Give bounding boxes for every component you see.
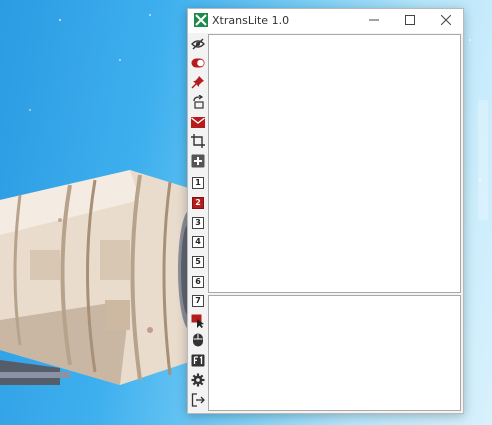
source-text-panel[interactable] — [208, 34, 461, 293]
crop-icon — [191, 134, 205, 148]
maximize-button[interactable] — [392, 9, 428, 31]
crop-button[interactable] — [191, 134, 205, 148]
slot-label-7: 7 — [192, 295, 204, 307]
plus-box-icon — [191, 154, 205, 168]
maximize-icon — [405, 15, 415, 25]
slot-button-6[interactable]: 6 — [191, 275, 205, 289]
slot-label-1: 1 — [192, 177, 204, 189]
share-icon — [193, 95, 204, 109]
slot-button-2[interactable]: 2 — [191, 196, 205, 210]
hide-toggle-button[interactable] — [191, 37, 205, 51]
f1-key-icon — [191, 354, 205, 366]
slot-label-5: 5 — [192, 256, 204, 268]
mouse-button[interactable] — [191, 333, 205, 347]
pin-icon — [191, 76, 204, 89]
app-logo-icon — [194, 13, 208, 27]
slot-label-4: 4 — [192, 236, 204, 248]
pin-button[interactable] — [191, 75, 205, 89]
minimize-button[interactable] — [356, 9, 392, 31]
mail-icon — [191, 116, 205, 128]
close-icon — [441, 15, 451, 25]
slot-button-1[interactable]: 1 — [191, 176, 205, 190]
select-region-icon — [191, 314, 204, 328]
slot-button-3[interactable]: 3 — [191, 216, 205, 230]
minimize-icon — [369, 19, 379, 21]
toggle-switch[interactable] — [191, 56, 205, 70]
toggle-icon — [191, 58, 205, 68]
exit-icon — [191, 393, 205, 407]
window-title: XtransLite 1.0 — [212, 14, 290, 27]
slot-button-4[interactable]: 4 — [191, 235, 205, 249]
title-bar[interactable]: XtransLite 1.0 — [188, 9, 463, 33]
slot-button-7[interactable]: 7 — [191, 294, 205, 308]
side-toolbar: 1 2 3 4 5 6 7 — [188, 35, 208, 413]
exit-button[interactable] — [191, 393, 205, 407]
slot-label-3: 3 — [192, 217, 204, 229]
mail-button[interactable] — [191, 115, 205, 129]
eye-slash-icon — [191, 38, 205, 50]
add-button[interactable] — [191, 154, 205, 168]
help-key-button[interactable] — [191, 353, 205, 367]
slot-label-6: 6 — [192, 276, 204, 288]
app-window[interactable]: XtransLite 1.0 1 2 3 4 5 6 7 — [187, 8, 464, 414]
close-button[interactable] — [428, 9, 464, 31]
slot-label-2: 2 — [192, 197, 204, 209]
share-button[interactable] — [191, 95, 205, 109]
select-region-button[interactable] — [191, 314, 205, 328]
slot-button-5[interactable]: 5 — [191, 255, 205, 269]
translation-text-panel[interactable] — [208, 295, 461, 411]
settings-button[interactable] — [191, 373, 205, 387]
mouse-icon — [193, 333, 203, 347]
gear-icon — [191, 373, 205, 387]
